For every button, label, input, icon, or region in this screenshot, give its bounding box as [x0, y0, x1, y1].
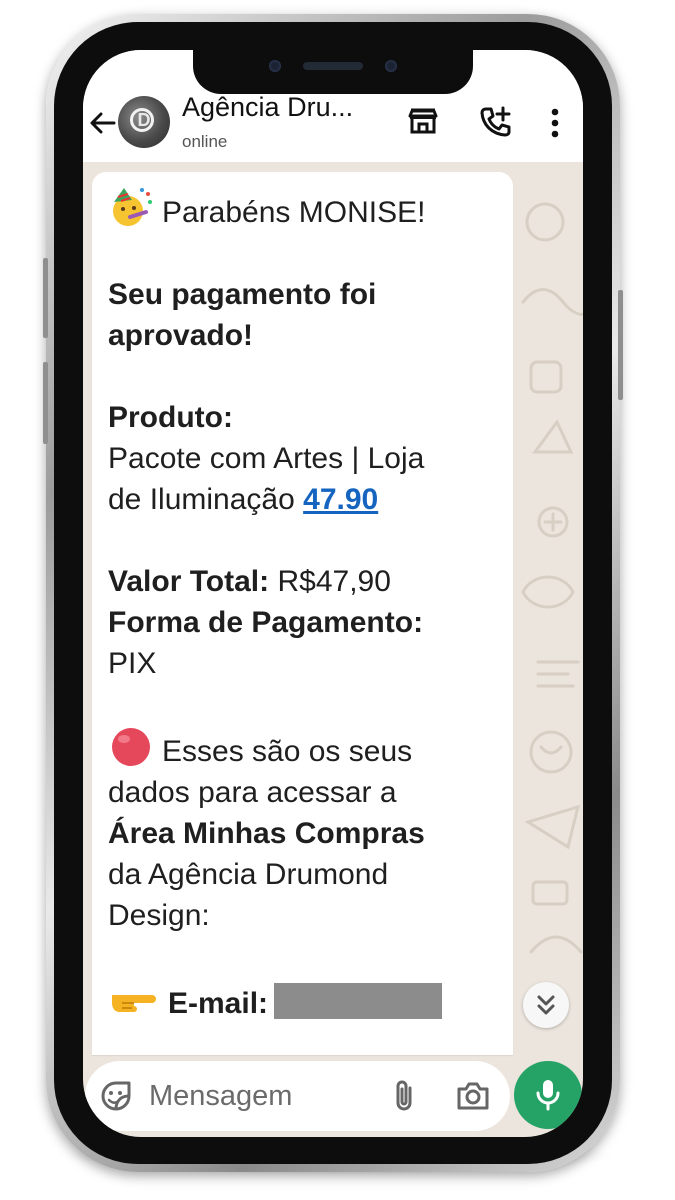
- access-line-4: da Agência Drumond: [108, 858, 389, 891]
- access-area: Área Minhas Compras: [108, 817, 425, 850]
- arrow-left-icon[interactable]: [87, 108, 117, 138]
- front-camera: [269, 60, 281, 72]
- access-line-5: Design:: [108, 899, 210, 932]
- approved-line-2: aprovado!: [108, 319, 254, 352]
- price-link[interactable]: 47.90: [303, 483, 378, 516]
- phone-screen: D Agência Dru... online Parabéns MONISE!…: [83, 50, 583, 1137]
- email-line: E-mail:: [108, 979, 500, 1024]
- message-input[interactable]: [147, 1077, 371, 1115]
- greeting-line: Parabéns MONISE!: [108, 186, 500, 233]
- product-line-1: Pacote com Artes | Loja: [108, 442, 425, 475]
- message-input-pill[interactable]: [85, 1061, 510, 1131]
- payment-value: PIX: [108, 647, 157, 680]
- access-line-2: dados para acessar a: [108, 776, 397, 809]
- volume-up-button: [43, 258, 48, 338]
- greeting-text: Parabéns MONISE!: [162, 196, 426, 229]
- more-vertical-icon[interactable]: [549, 108, 561, 138]
- avatar-initial: D: [137, 110, 151, 130]
- microphone-button[interactable]: [514, 1061, 582, 1129]
- product-line-2: de Iluminação 47.90: [108, 483, 379, 516]
- volume-down-button: [43, 362, 48, 444]
- pointing-right-emoji: [112, 995, 156, 1012]
- message-input-bar: [83, 1055, 583, 1137]
- sensor: [385, 60, 397, 72]
- message-text: Parabéns MONISE! Seu pagamento foi aprov…: [108, 186, 500, 1024]
- phone-add-icon[interactable]: [477, 104, 513, 140]
- contact-status: online: [182, 132, 228, 151]
- paperclip-icon[interactable]: [391, 1078, 417, 1114]
- red-circle-emoji: [112, 728, 150, 766]
- camera-icon[interactable]: [455, 1080, 491, 1112]
- total-line: Valor Total: R$47,90: [108, 565, 391, 598]
- camera-notch: [193, 50, 473, 94]
- redacted-email: [274, 983, 443, 1019]
- access-line-1: Esses são os seus: [108, 725, 500, 772]
- earpiece-speaker: [303, 62, 363, 70]
- product-label: Produto:: [108, 401, 233, 434]
- chat-area: Parabéns MONISE! Seu pagamento foi aprov…: [83, 162, 583, 1055]
- microphone-icon: [536, 1080, 560, 1111]
- power-button: [618, 290, 623, 400]
- approved-line-1: Seu pagamento foi: [108, 278, 377, 311]
- contact-name[interactable]: Agência Dru...: [182, 92, 353, 123]
- store-icon[interactable]: [406, 104, 440, 138]
- chevrons-down-icon: [537, 995, 555, 1015]
- payment-label: Forma de Pagamento:: [108, 606, 424, 639]
- message-bubble[interactable]: Parabéns MONISE! Seu pagamento foi aprov…: [92, 172, 513, 1055]
- scroll-down-button[interactable]: [523, 982, 569, 1028]
- sticker-icon[interactable]: [99, 1079, 133, 1113]
- avatar[interactable]: D: [118, 96, 170, 148]
- partying-face-emoji: [113, 188, 152, 226]
